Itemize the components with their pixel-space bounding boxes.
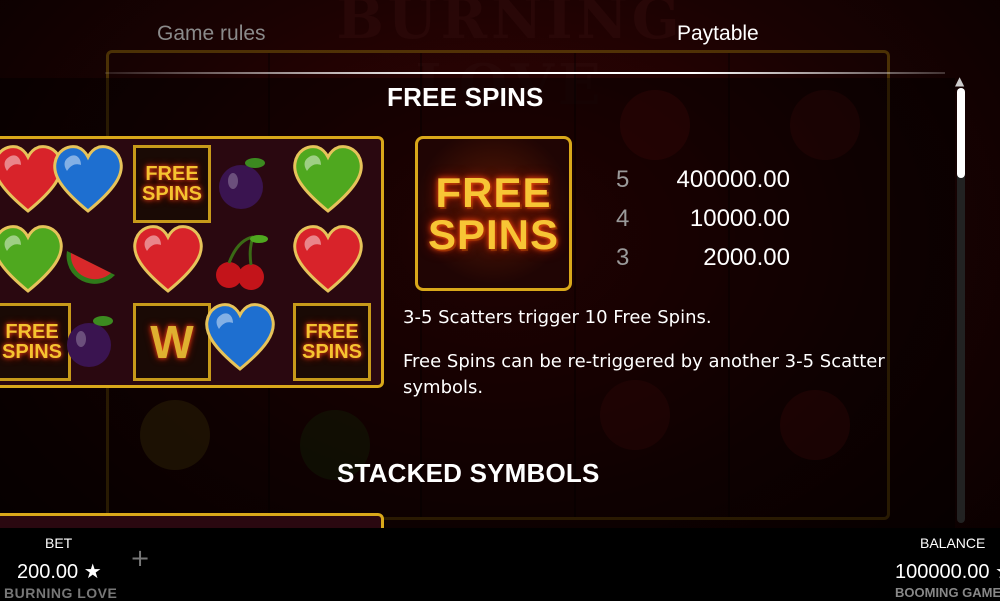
- blue-heart-symbol: [203, 301, 281, 379]
- symbol-text: FREE: [435, 168, 552, 216]
- free-spins-scatter-symbol: FREE SPINS: [291, 301, 371, 381]
- bet-value[interactable]: 200.00 ★: [17, 559, 102, 584]
- stacked-reel-preview: [0, 513, 384, 528]
- reel-preview: FREE SPINS FREE SPINS W FREE SPINS: [0, 136, 384, 388]
- tab-paytable[interactable]: Paytable: [677, 22, 759, 46]
- description-retrigger: Free Spins can be re-triggered by anothe…: [403, 351, 885, 398]
- plum-symbol: [51, 301, 129, 379]
- red-heart-symbol: [131, 223, 209, 301]
- scrollbar-thumb[interactable]: [957, 88, 965, 178]
- plum-symbol: [203, 143, 281, 221]
- description-trigger: 3-5 Scatters trigger 10 Free Spins.: [403, 307, 712, 328]
- balance-label: BALANCE: [920, 535, 986, 551]
- bet-label: BET: [45, 535, 73, 551]
- payout-row: 5 400000.00: [610, 166, 800, 202]
- section-title-free-spins: FREE SPINS: [387, 82, 544, 112]
- payout-count: 5: [616, 166, 630, 193]
- tab-underline: [105, 72, 945, 74]
- payout-count: 4: [616, 205, 630, 232]
- payout-value: 2000.00: [703, 244, 790, 271]
- payout-row: 4 10000.00: [610, 205, 800, 241]
- free-spins-symbol: FREE SPINS: [415, 136, 572, 291]
- payout-count: 3: [616, 244, 630, 271]
- balance-value: 100000.00 ★: [895, 561, 1000, 583]
- red-heart-symbol: [291, 223, 369, 301]
- green-heart-symbol: [291, 143, 369, 221]
- payout-value: 400000.00: [676, 166, 790, 193]
- brand-logo: BOOMING GAMES: [895, 585, 1000, 600]
- section-title-stacked-symbols: STACKED SYMBOLS: [337, 458, 600, 488]
- scroll-up-icon[interactable]: ▲: [955, 74, 964, 88]
- tab-game-rules[interactable]: Game rules: [157, 22, 266, 46]
- free-spins-scatter-symbol: FREE SPINS: [131, 143, 211, 223]
- scrollbar[interactable]: [957, 88, 965, 523]
- cherries-symbol: [203, 223, 281, 301]
- payout-value: 10000.00: [689, 205, 790, 232]
- wild-symbol: W: [131, 301, 211, 381]
- paytable-content: FREE SPINS FREE SPINS FREE SPINS W FREE SPINS …: [0, 78, 955, 528]
- watermelon-symbol: [51, 223, 129, 301]
- game-name: BURNING LOVE: [4, 585, 118, 601]
- blue-heart-symbol: [51, 143, 129, 221]
- increase-bet-button[interactable]: +: [130, 544, 150, 572]
- tab-bar: Game rules Paytable: [0, 0, 1000, 75]
- symbol-text: SPINS: [427, 210, 560, 258]
- payout-row: 3 2000.00: [610, 244, 800, 280]
